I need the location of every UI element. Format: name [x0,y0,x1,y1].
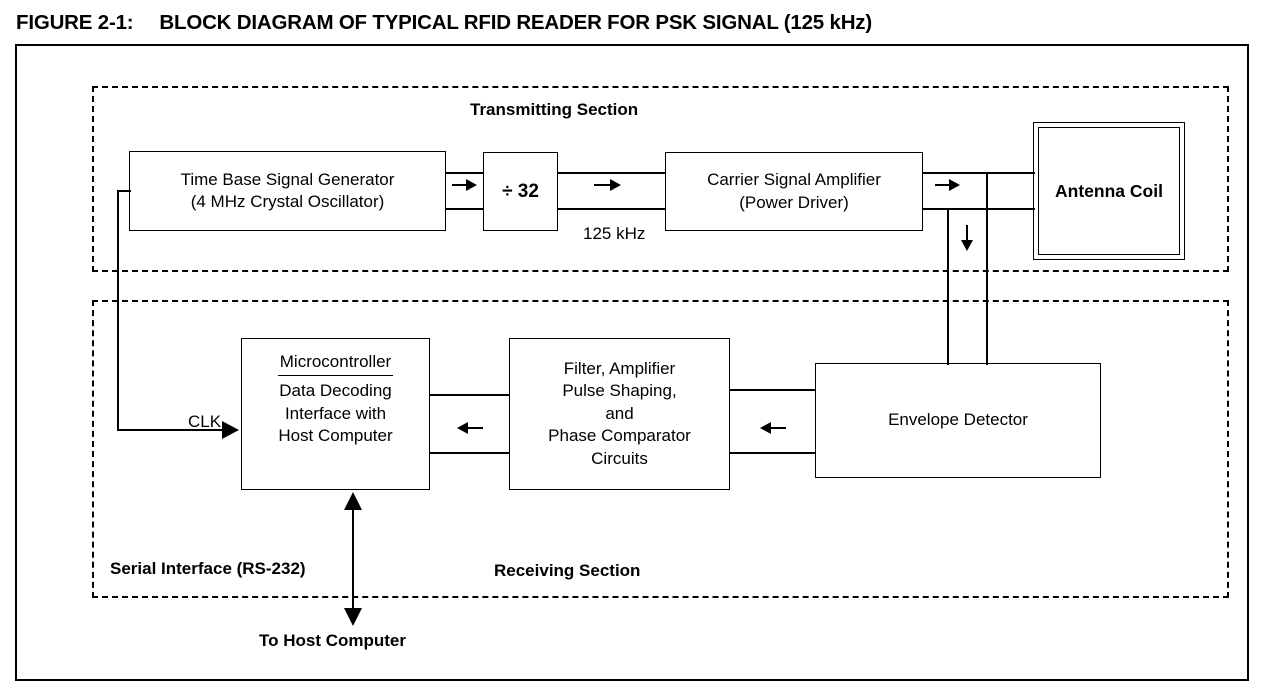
wire-divider-carrier-bottom [558,208,665,210]
clk-label: CLK [188,412,222,431]
arrow-down-icon-antenna-detector [961,240,973,251]
block-divide-by-32: ÷ 32 [483,152,558,231]
transmitting-section-title: Transmitting Section [470,100,639,119]
frequency-label: 125 kHz [583,224,646,243]
wire-carrier-antenna-bottom [923,208,1035,210]
receiving-section-title: Receiving Section [494,561,641,580]
envelope-detector-label: Envelope Detector [888,410,1028,430]
wire-antenna-down-right [986,172,988,365]
block-filter-amplifier-phase-comparator: Filter, Amplifier Pulse Shaping, and Pha… [509,338,730,490]
filter-line-3: and [605,403,634,423]
wire-clk-top-stub [117,190,131,192]
wire-envelope-filter-top [730,389,815,391]
microcontroller-line-1: Data Decoding [279,381,392,401]
arrow-down-icon-serial-host [344,608,362,626]
wire-timebase-divider-top [446,172,483,174]
carrier-amp-line-2: (Power Driver) [739,192,849,212]
filter-line-5: Circuits [591,448,648,468]
wire-timebase-divider-bottom [446,208,483,210]
filter-line-4: Phase Comparator [548,426,691,446]
to-host-computer-label: To Host Computer [259,631,407,650]
arrow-right-icon-clk-microcontroller [222,421,239,439]
block-microcontroller: Microcontroller Data Decoding Interface … [241,338,430,490]
wire-clk-vertical [117,190,119,430]
figure-caption: FIGURE 2-1: BLOCK DIAGRAM OF TYPICAL RFI… [16,8,1246,38]
wire-carrier-antenna-top [923,172,1035,174]
microcontroller-line-2: Interface with [284,403,387,423]
divider-label: ÷ 32 [502,180,539,202]
block-carrier-signal-amplifier: Carrier Signal Amplifier (Power Driver) [665,152,923,231]
block-time-base-signal-generator: Time Base Signal Generator (4 MHz Crysta… [129,151,446,231]
arrow-right-icon-divider-carrier [610,179,621,191]
wire-divider-carrier-top [558,172,665,174]
arrow-left-icon-filter-microcontroller [457,422,468,434]
figure-label: FIGURE 2-1: [16,11,134,34]
arrow-left-icon-envelope-filter [760,422,771,434]
arrow-up-icon-serial-microcontroller [344,492,362,510]
time-base-line-1: Time Base Signal Generator [180,169,395,189]
microcontroller-heading: Microcontroller [277,351,394,377]
filter-line-1: Filter, Amplifier [563,358,676,378]
figure-canvas: FIGURE 2-1: BLOCK DIAGRAM OF TYPICAL RFI… [0,0,1262,691]
wire-filter-microcontroller-top [430,394,509,396]
time-base-line-2: (4 MHz Crystal Oscillator) [190,192,385,211]
arrow-right-icon-timebase-divider [466,179,477,191]
filter-line-2: Pulse Shaping, [562,381,677,401]
wire-envelope-filter-bottom [730,452,815,454]
microcontroller-line-3: Host Computer [278,426,393,446]
block-antenna-coil: Antenna Coil [1038,127,1180,255]
wire-antenna-down-left [947,208,949,365]
block-envelope-detector: Envelope Detector [815,363,1101,478]
serial-interface-label: Serial Interface (RS-232) [110,559,306,578]
antenna-coil-label: Antenna Coil [1055,180,1163,201]
figure-title: BLOCK DIAGRAM OF TYPICAL RFID READER FOR… [159,11,872,34]
wire-serial-host [352,497,354,621]
wire-filter-microcontroller-bottom [430,452,509,454]
carrier-amp-line-1: Carrier Signal Amplifier [707,170,881,190]
arrow-right-icon-carrier-antenna [949,179,960,191]
